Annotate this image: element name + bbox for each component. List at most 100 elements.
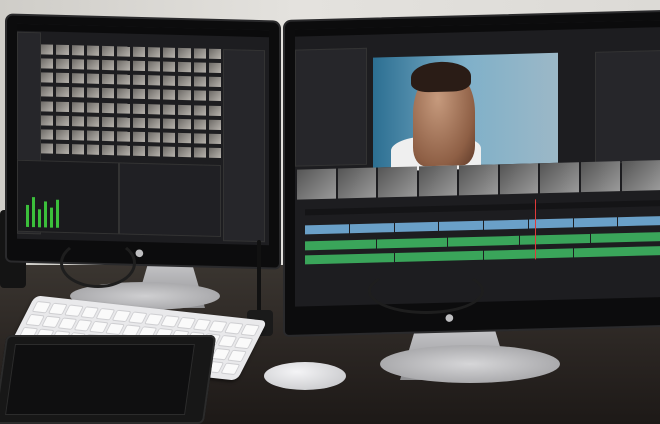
video-track[interactable] — [305, 216, 660, 235]
media-thumbnail[interactable] — [56, 143, 69, 154]
media-thumbnail[interactable] — [117, 116, 130, 128]
media-thumbnail[interactable] — [102, 144, 115, 156]
media-thumbnail[interactable] — [41, 114, 54, 126]
media-thumbnail[interactable] — [41, 58, 54, 69]
video-clip[interactable] — [618, 216, 660, 227]
video-clip[interactable] — [305, 224, 349, 235]
media-thumbnail[interactable] — [132, 131, 145, 142]
media-thumbnail[interactable] — [208, 119, 221, 130]
media-thumbnail[interactable] — [193, 76, 206, 87]
media-thumbnail[interactable] — [102, 60, 115, 71]
audio-clip[interactable] — [394, 250, 483, 263]
media-thumbnail[interactable] — [86, 130, 99, 141]
media-thumbnail[interactable] — [117, 74, 130, 85]
media-thumbnail[interactable] — [71, 87, 84, 98]
media-thumbnail[interactable] — [193, 118, 206, 130]
media-thumbnail[interactable] — [132, 46, 145, 58]
video-clip[interactable] — [349, 223, 394, 234]
audio-clip[interactable] — [448, 235, 519, 247]
media-thumbnail[interactable] — [208, 48, 221, 60]
video-clip[interactable] — [573, 217, 618, 228]
timeline-playhead[interactable] — [535, 199, 536, 260]
media-thumbnail[interactable] — [147, 61, 160, 72]
media-thumbnail[interactable] — [56, 101, 69, 112]
media-thumbnail[interactable] — [193, 133, 206, 144]
media-thumbnail[interactable] — [178, 146, 191, 158]
media-thumbnail[interactable] — [193, 104, 206, 116]
media-thumbnail[interactable] — [163, 47, 176, 58]
media-thumbnail[interactable] — [147, 103, 160, 114]
audio-clip[interactable] — [519, 233, 591, 245]
media-thumbnail[interactable] — [163, 132, 176, 143]
media-thumbnail[interactable] — [178, 104, 191, 115]
media-thumbnail[interactable] — [117, 88, 130, 100]
media-thumbnail[interactable] — [56, 58, 69, 70]
media-thumbnail[interactable] — [56, 44, 69, 56]
media-thumbnail[interactable] — [71, 59, 84, 70]
media-thumbnail[interactable] — [178, 47, 191, 59]
media-thumbnail[interactable] — [117, 60, 130, 71]
media-thumbnail[interactable] — [132, 89, 145, 100]
media-thumbnail[interactable] — [71, 45, 84, 56]
clip-thumbnail[interactable] — [580, 161, 620, 193]
media-thumbnail[interactable] — [117, 145, 130, 156]
media-thumbnail[interactable] — [178, 132, 191, 143]
media-thumbnail[interactable] — [71, 144, 84, 155]
media-thumbnail[interactable] — [132, 60, 145, 72]
media-thumbnail[interactable] — [178, 62, 191, 73]
media-thumbnail[interactable] — [193, 48, 206, 59]
media-thumbnail[interactable] — [193, 147, 206, 158]
media-thumbnail[interactable] — [208, 91, 221, 102]
media-thumbnail[interactable] — [208, 62, 221, 74]
clip-thumbnail[interactable] — [621, 160, 660, 192]
media-thumbnail[interactable] — [147, 131, 160, 143]
media-thumbnail[interactable] — [56, 115, 69, 126]
media-thumbnail[interactable] — [147, 89, 160, 100]
media-thumbnail[interactable] — [132, 117, 145, 128]
media-thumbnail[interactable] — [71, 101, 84, 112]
media-thumbnail[interactable] — [193, 62, 206, 73]
media-thumbnail[interactable] — [86, 59, 99, 70]
media-thumbnail[interactable] — [132, 74, 145, 86]
media-thumbnail[interactable] — [163, 146, 176, 157]
media-thumbnail[interactable] — [102, 130, 115, 141]
media-thumbnail[interactable] — [132, 145, 145, 156]
timeline-ruler[interactable] — [305, 200, 660, 216]
clip-thumbnail[interactable] — [378, 166, 417, 198]
clip-thumbnail[interactable] — [459, 164, 498, 196]
media-thumbnail[interactable] — [102, 74, 115, 85]
media-thumbnail[interactable] — [102, 116, 115, 127]
media-thumbnail[interactable] — [56, 129, 69, 140]
media-thumbnail[interactable] — [41, 129, 54, 140]
media-thumbnail[interactable] — [117, 46, 130, 57]
media-thumbnail[interactable] — [102, 102, 115, 113]
media-thumbnail[interactable] — [193, 90, 206, 102]
video-clip[interactable] — [394, 221, 439, 233]
media-thumbnail[interactable] — [71, 129, 84, 141]
media-thumbnail[interactable] — [41, 72, 54, 83]
media-thumbnail[interactable] — [178, 118, 191, 129]
media-thumbnail[interactable] — [86, 102, 99, 113]
media-thumbnail[interactable] — [56, 72, 69, 84]
media-thumbnail[interactable] — [41, 44, 54, 55]
media-thumbnail[interactable] — [163, 75, 176, 87]
clip-thumbnail[interactable] — [418, 165, 458, 197]
clip-thumbnail[interactable] — [297, 168, 336, 200]
media-thumbnail[interactable] — [208, 105, 221, 116]
audio-clip[interactable] — [305, 239, 376, 251]
media-thumbnail[interactable] — [147, 75, 160, 86]
media-thumbnail[interactable] — [86, 45, 99, 56]
media-thumbnail[interactable] — [147, 117, 160, 129]
media-thumbnail[interactable] — [41, 100, 54, 112]
audio-clip[interactable] — [591, 232, 660, 243]
media-thumbnail[interactable] — [86, 87, 99, 99]
video-clip[interactable] — [484, 219, 528, 230]
video-clip[interactable] — [439, 220, 483, 231]
media-thumbnail[interactable] — [178, 76, 191, 87]
media-thumbnail[interactable] — [208, 76, 221, 88]
media-thumbnail[interactable] — [41, 86, 54, 98]
media-thumbnail[interactable] — [86, 144, 99, 155]
media-thumbnail[interactable] — [147, 47, 160, 58]
media-thumbnail[interactable] — [163, 61, 176, 72]
audio-clip[interactable] — [573, 246, 660, 258]
